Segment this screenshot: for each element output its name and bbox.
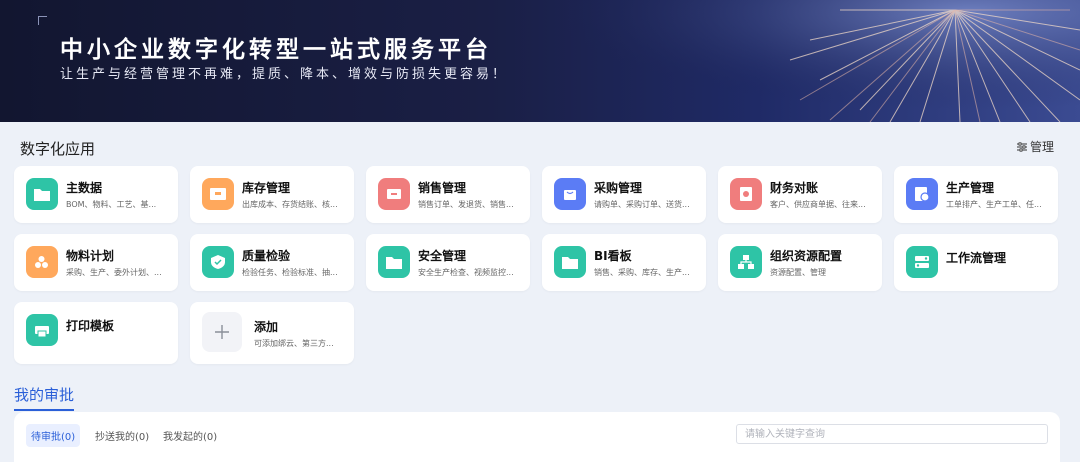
add-app-card[interactable]: 添加 可添加绑云、第三方... — [190, 302, 354, 364]
app-desc: 销售订单、发退货、销售... — [418, 200, 514, 209]
app-card-bi-board[interactable]: BI看板 销售、采购、库存、生产... — [542, 234, 706, 291]
app-desc: 客户、供应商单据、往来... — [770, 200, 866, 209]
app-name: 质量检验 — [242, 249, 291, 263]
production-icon — [906, 178, 938, 210]
app-desc: 检验任务、检验标准、抽... — [242, 268, 338, 277]
search-input[interactable] — [736, 424, 1048, 444]
app-name: 销售管理 — [418, 181, 467, 195]
add-card-name: 添加 — [254, 320, 279, 334]
app-grid: 主数据 BOM、物料、工艺、基... 库存管理 出库成本、存货结账、核... 销… — [14, 166, 1066, 366]
app-card-sales[interactable]: 销售管理 销售订单、发退货、销售... — [366, 166, 530, 223]
app-card-production[interactable]: 生产管理 工单排产、生产工单、任... — [894, 166, 1058, 223]
approval-panel: 待审批(0) 抄送我的(0) 我发起的(0) — [14, 412, 1060, 462]
folder-icon — [378, 246, 410, 278]
workflow-icon — [906, 246, 938, 278]
add-card-desc: 可添加绑云、第三方... — [254, 339, 334, 348]
app-desc: 安全生产检查、视频监控... — [418, 268, 514, 277]
app-card-material-plan[interactable]: 物料计划 采购、生产、委外计划、... — [14, 234, 178, 291]
fireworks-illustration — [560, 0, 1080, 122]
app-name: 组织资源配置 — [770, 249, 843, 263]
hero-banner: 中小企业数字化转型一站式服务平台 让生产与经营管理不再难，提质、降本、增效与防损… — [0, 0, 1080, 122]
app-name: BI看板 — [594, 249, 632, 263]
approval-section-title[interactable]: 我的审批 — [14, 384, 75, 411]
folder-icon — [554, 246, 586, 278]
app-card-inventory[interactable]: 库存管理 出库成本、存货结账、核... — [190, 166, 354, 223]
banner-title: 中小企业数字化转型一站式服务平台 — [60, 37, 492, 63]
section-title: 数字化应用 — [20, 140, 96, 158]
app-name: 库存管理 — [242, 181, 291, 195]
printer-icon — [26, 314, 58, 346]
app-desc: 工单排产、生产工单、任... — [946, 200, 1042, 209]
app-name: 主数据 — [66, 181, 103, 195]
manage-label: 管理 — [1029, 140, 1054, 154]
org-icon — [730, 246, 762, 278]
manage-button[interactable]: 管理 — [1016, 138, 1054, 155]
tab-pending[interactable]: 待审批(0) — [26, 424, 81, 447]
sliders-icon — [1016, 141, 1027, 152]
app-name: 物料计划 — [66, 249, 115, 263]
shield-icon — [202, 246, 234, 278]
inbox-icon — [378, 178, 410, 210]
app-desc: 资源配置、管理 — [770, 268, 826, 277]
app-card-quality[interactable]: 质量检验 检验任务、检验标准、抽... — [190, 234, 354, 291]
app-name: 安全管理 — [418, 249, 467, 263]
warehouse-icon — [202, 178, 234, 210]
folder-icon — [26, 178, 58, 210]
app-card-purchase[interactable]: 采购管理 请购单、采购订单、送货... — [542, 166, 706, 223]
app-name: 工作流管理 — [946, 251, 1007, 265]
app-card-master-data[interactable]: 主数据 BOM、物料、工艺、基... — [14, 166, 178, 223]
app-card-print-template[interactable]: 打印模板 — [14, 302, 178, 364]
corner-mark — [38, 16, 47, 25]
app-desc: 请购单、采购订单、送货... — [594, 200, 690, 209]
app-card-org-resource[interactable]: 组织资源配置 资源配置、管理 — [718, 234, 882, 291]
app-card-safety[interactable]: 安全管理 安全生产检查、视频监控... — [366, 234, 530, 291]
app-name: 采购管理 — [594, 181, 643, 195]
bag-icon — [554, 178, 586, 210]
banner-subtitle: 让生产与经营管理不再难，提质、降本、增效与防损失更容易！ — [60, 67, 509, 82]
app-card-workflow[interactable]: 工作流管理 — [894, 234, 1058, 291]
material-icon — [26, 246, 58, 278]
tab-initiated[interactable]: 我发起的(0) — [158, 424, 222, 447]
tab-cc-me[interactable]: 抄送我的(0) — [90, 424, 154, 447]
plus-icon — [202, 312, 242, 352]
app-desc: 采购、生产、委外计划、... — [66, 268, 162, 277]
app-desc: BOM、物料、工艺、基... — [66, 200, 157, 209]
app-name: 财务对账 — [770, 181, 819, 195]
finance-icon — [730, 178, 762, 210]
app-desc: 销售、采购、库存、生产... — [594, 268, 690, 277]
app-desc: 出库成本、存货结账、核... — [242, 200, 338, 209]
app-name: 打印模板 — [66, 319, 115, 333]
app-card-finance[interactable]: 财务对账 客户、供应商单据、往来... — [718, 166, 882, 223]
app-name: 生产管理 — [946, 181, 995, 195]
